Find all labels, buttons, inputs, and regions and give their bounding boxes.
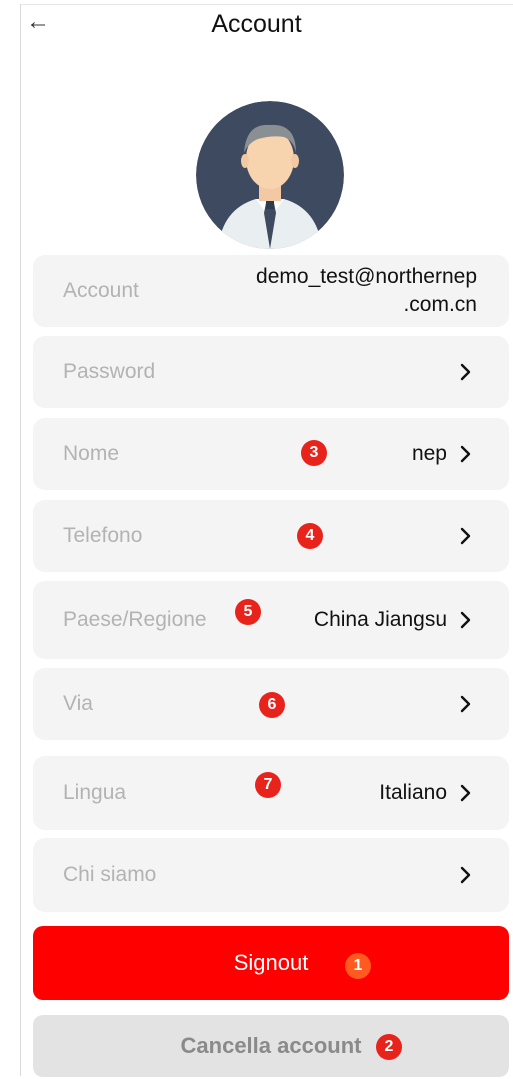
annotation-badge-6: 6 — [259, 692, 285, 718]
paese-regione-value: China Jiangsu — [313, 608, 447, 631]
chevron-right-icon — [460, 363, 471, 381]
user-avatar-icon[interactable] — [196, 101, 344, 249]
chi-siamo-label: Chi siamo — [63, 863, 157, 886]
lingua-value: Italiano — [379, 781, 447, 804]
telefono-label: Telefono — [63, 524, 143, 547]
chevron-right-icon — [460, 445, 471, 463]
account-label: Account — [63, 279, 139, 302]
account-row: Account demo_test@northernep .com.cn — [33, 255, 509, 327]
account-value: demo_test@northernep .com.cn — [177, 263, 477, 319]
page-title: Account — [211, 10, 302, 38]
annotation-badge-4: 4 — [297, 523, 323, 549]
lingua-label: Lingua — [63, 781, 127, 804]
account-value-line1: demo_test@northernep — [256, 265, 477, 288]
paese-regione-label: Paese/Regione — [63, 608, 207, 631]
telefono-row[interactable]: Telefono — [33, 500, 509, 572]
nome-row[interactable]: Nome nep — [33, 418, 509, 490]
nome-value: nep — [411, 442, 447, 465]
annotation-badge-2: 2 — [376, 1034, 402, 1060]
annotation-badge-3: 3 — [301, 440, 327, 466]
signout-label: Signout — [233, 950, 309, 975]
cancel-account-label: Cancella account — [180, 1033, 362, 1058]
chevron-right-icon — [460, 527, 471, 545]
chevron-right-icon — [460, 695, 471, 713]
chevron-right-icon — [460, 784, 471, 802]
annotation-badge-7: 7 — [255, 772, 281, 798]
account-value-line2: .com.cn — [403, 293, 477, 316]
chevron-right-icon — [460, 611, 471, 629]
password-row[interactable]: Password — [33, 336, 509, 408]
paese-regione-row[interactable]: Paese/Regione China Jiangsu — [33, 581, 509, 659]
cancel-account-button[interactable]: Cancella account — [33, 1015, 509, 1077]
via-label: Via — [63, 692, 93, 715]
password-label: Password — [63, 360, 156, 383]
annotation-badge-1: 1 — [345, 953, 371, 979]
chi-siamo-row[interactable]: Chi siamo — [33, 838, 509, 912]
nome-label: Nome — [63, 442, 120, 465]
annotation-badge-5: 5 — [235, 599, 261, 625]
signout-button[interactable]: Signout — [33, 926, 509, 1000]
chevron-right-icon — [460, 866, 471, 884]
